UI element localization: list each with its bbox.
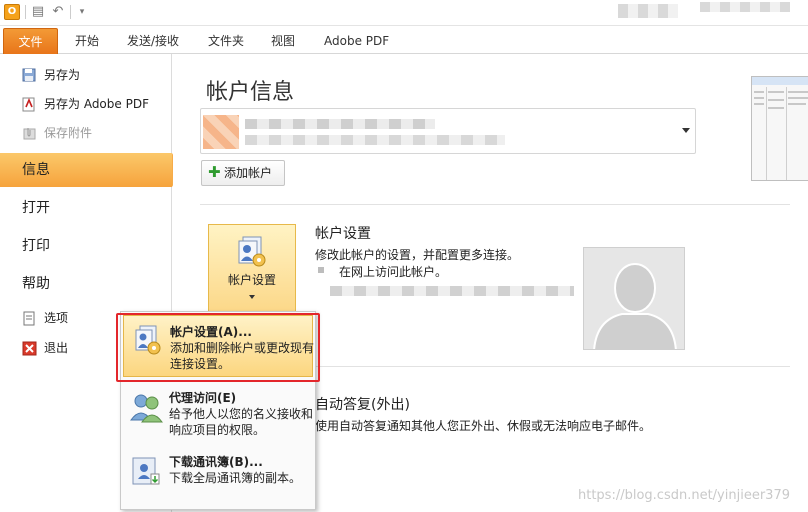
account-settings-button-label: 帐户设置: [227, 273, 276, 287]
toolbar-divider: [25, 5, 26, 19]
toolbar-divider: [70, 5, 71, 19]
section-divider: [200, 204, 790, 205]
auto-reply-title: 自动答复(外出): [315, 397, 410, 413]
tab-folder[interactable]: 文件夹: [204, 30, 248, 52]
nav-save-attachments-label: 保存附件: [44, 126, 93, 140]
access-account-web-link[interactable]: 在网上访问此帐户。: [339, 263, 447, 280]
options-icon: [23, 311, 35, 326]
preview-line: [754, 91, 764, 93]
tab-view[interactable]: 视图: [267, 30, 299, 52]
tab-adobe-pdf[interactable]: Adobe PDF: [320, 30, 393, 52]
blurred-window-title: [700, 2, 790, 12]
preview-line: [754, 103, 764, 105]
account-selector-dropdown[interactable]: [200, 108, 696, 154]
attachment-icon: [23, 128, 36, 140]
save-as-icon: [22, 68, 36, 82]
annotation-highlight-box: [116, 313, 320, 382]
preview-line: [768, 107, 784, 109]
nav-exit-label: 退出: [44, 341, 69, 355]
customize-toolbar-chevron-icon[interactable]: ▾: [74, 4, 90, 20]
outlook-app-icon[interactable]: O: [4, 4, 20, 20]
nav-options-label: 选项: [44, 311, 69, 325]
chevron-down-icon: [249, 295, 255, 299]
nav-save-as-pdf-label: 另存为 Adobe PDF: [44, 97, 149, 111]
avatar[interactable]: [583, 247, 685, 350]
chevron-down-icon[interactable]: [682, 128, 690, 133]
nav-save-attachments[interactable]: 保存附件: [0, 120, 172, 146]
save-icon[interactable]: ▤: [30, 4, 46, 20]
preview-line: [754, 97, 764, 99]
page-title: 帐户信息: [206, 80, 295, 105]
nav-print[interactable]: 打印: [0, 231, 172, 261]
nav-info[interactable]: 信息: [0, 153, 182, 187]
add-account-button[interactable]: ✚ 添加帐户: [201, 160, 285, 186]
blurred-window-title: [618, 4, 678, 18]
nav-save-as[interactable]: 另存为: [0, 62, 172, 88]
nav-save-as-label: 另存为: [44, 68, 81, 82]
nav-help[interactable]: 帮助: [0, 269, 172, 299]
preview-line: [788, 103, 806, 105]
bullet-icon: [318, 267, 324, 273]
auto-reply-desc: 使用自动答复通知其他人您正外出、休假或无法响应电子邮件。: [315, 419, 652, 433]
plus-icon: ✚: [208, 163, 221, 181]
tab-file[interactable]: 文件: [3, 28, 58, 54]
undo-icon[interactable]: ↶: [50, 4, 66, 20]
add-account-label: 添加帐户: [224, 166, 273, 180]
watermark: https://blog.csdn.net/yinjieer379: [578, 488, 790, 503]
blurred-account-icon: [203, 115, 239, 149]
nav-open[interactable]: 打开: [0, 193, 172, 223]
preview-line: [768, 91, 784, 93]
menu-item-desc: 下载全局通讯簿的副本。: [169, 471, 302, 485]
tab-send-receive[interactable]: 发送/接收: [123, 30, 183, 52]
account-settings-button[interactable]: 帐户设置: [208, 224, 296, 312]
delegate-access-icon: [130, 394, 163, 423]
preview-column-divider: [786, 87, 787, 180]
account-settings-desc: 修改此帐户的设置，并配置更多连接。: [315, 248, 520, 262]
menu-item-desc: 给予他人以您的名义接收和响应项目的权限。: [169, 407, 314, 437]
person-silhouette-icon: [584, 248, 684, 349]
preview-line: [788, 91, 808, 93]
menu-item-title: 下载通讯簿(B)...: [169, 455, 263, 469]
preview-column-divider: [766, 87, 767, 180]
blurred-account-type: [245, 135, 505, 145]
menu-item-delegate-access[interactable]: 代理访问(E) 给予他人以您的名义接收和响应项目的权限。: [123, 382, 313, 444]
blurred-web-address: [330, 286, 574, 296]
blurred-account-name: [245, 119, 435, 129]
account-settings-title: 帐户设置: [315, 226, 371, 242]
preview-line: [768, 99, 784, 101]
menu-item-title: 代理访问(E): [169, 391, 237, 405]
preview-toolbar: [752, 77, 808, 85]
preview-line: [788, 97, 808, 99]
pdf-save-icon: [22, 97, 35, 112]
window-preview-thumbnail: [751, 76, 808, 181]
tab-home[interactable]: 开始: [71, 30, 103, 52]
quick-access-toolbar: O ▤ ↶ ▾: [0, 0, 808, 26]
download-address-book-icon: [132, 457, 160, 485]
ribbon-tabs: 文件 开始 发送/接收 文件夹 视图 Adobe PDF: [0, 26, 808, 54]
nav-save-as-pdf[interactable]: 另存为 Adobe PDF: [0, 91, 172, 117]
account-settings-icon: [238, 236, 266, 267]
exit-icon: [22, 341, 37, 356]
menu-item-download-address-book[interactable]: 下载通讯簿(B)... 下载全局通讯簿的副本。: [123, 446, 313, 508]
